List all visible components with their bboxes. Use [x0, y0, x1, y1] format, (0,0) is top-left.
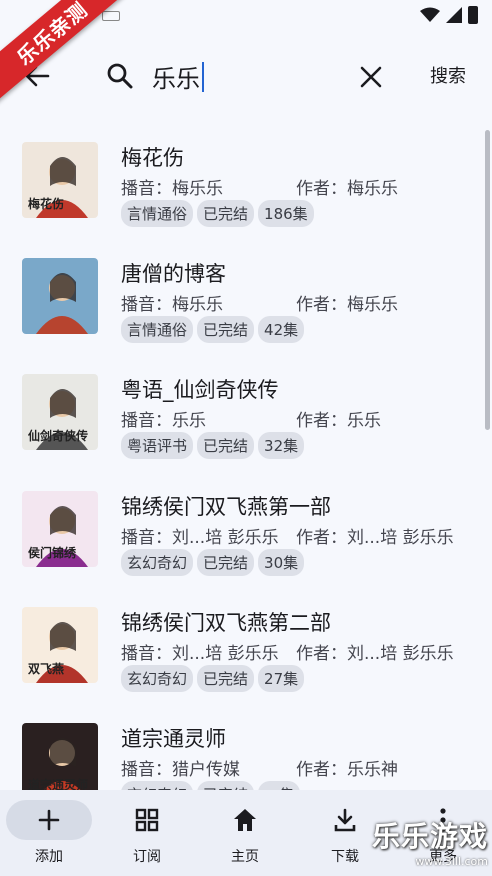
home-icon: [234, 809, 256, 831]
watermark: 乐乐游戏 www.3lll.com: [372, 815, 488, 868]
search-button[interactable]: 搜索: [430, 62, 466, 88]
tag-chip: 32集: [258, 432, 305, 459]
search-input[interactable]: [152, 58, 348, 94]
text-caret: [202, 62, 204, 92]
tag-chip: 42集: [258, 316, 305, 343]
search-header: 搜索: [0, 44, 492, 108]
tag-chip: 已完结: [197, 549, 255, 576]
result-item[interactable]: 唐僧的博客 播音：梅乐乐 作者：梅乐乐 言情通俗 已完结 42集: [0, 242, 492, 352]
svg-text:梅花伤: 梅花伤: [28, 196, 64, 211]
keyboard-icon: [102, 11, 120, 21]
tag-chip: 玄幻奇幻: [121, 549, 194, 576]
search-icon: [107, 63, 133, 89]
plus-icon: [38, 809, 60, 831]
cover-image: 道宗通灵师: [22, 723, 98, 790]
tag-chip: 粤语评书: [121, 432, 194, 459]
result-title[interactable]: 梅花伤: [121, 142, 184, 172]
watermark-text: 乐乐游戏: [371, 820, 488, 853]
cover-image: [22, 258, 98, 334]
result-author: 作者：乐乐: [296, 411, 381, 431]
cover-image: 仙剑奇侠传: [22, 374, 98, 450]
wifi-icon: [420, 7, 440, 22]
result-author: 作者：刘...培 彭乐乐: [296, 644, 454, 664]
nav-item-grid[interactable]: 订阅: [98, 790, 196, 876]
nav-label: 添加: [35, 849, 63, 865]
battery-icon: [468, 6, 478, 24]
result-narrator: 播音：乐乐: [121, 411, 206, 431]
search-results-list[interactable]: 梅花伤 梅花伤 播音：梅乐乐 作者：梅乐乐 言情通俗 已完结 186集 唐僧的博客 播音：梅乐乐…: [0, 126, 492, 790]
cover-image: 双飞燕: [22, 607, 98, 683]
result-tags: 玄幻奇幻 已完结 27集: [121, 665, 305, 692]
result-item[interactable]: 侯门锦绣 锦绣侯门双飞燕第一部 播音：刘...培 彭乐乐 作者：刘...培 彭乐乐 玄幻…: [0, 475, 492, 585]
tag-chip: 言情通俗: [121, 200, 194, 227]
svg-text:仙剑奇侠传: 仙剑奇侠传: [28, 428, 88, 443]
tag-chip: 言情通俗: [121, 316, 194, 343]
result-narrator: 播音：刘...培 彭乐乐: [121, 644, 279, 664]
download-icon: [334, 808, 356, 832]
cover-image: 侯门锦绣: [22, 491, 98, 567]
result-narrator: 播音：刘...培 彭乐乐: [121, 528, 279, 548]
result-item[interactable]: 道宗通灵师道宗通灵师播音：猎户传媒作者：乐乐神玄幻奇幻已完结…集: [0, 707, 492, 790]
watermark-url: www.3lll.com: [415, 855, 488, 868]
tag-chip: 30集: [258, 549, 305, 576]
tag-chip: 已完结: [197, 665, 255, 692]
svg-text:道宗通灵师: 道宗通灵师: [28, 777, 88, 790]
svg-text:双飞燕: 双飞燕: [28, 661, 64, 676]
status-icons: [420, 6, 478, 24]
result-item[interactable]: 双飞燕 锦绣侯门双飞燕第二部 播音：刘...培 彭乐乐 作者：刘...培 彭乐乐 玄幻奇…: [0, 591, 492, 701]
grid-icon: [135, 808, 159, 832]
result-tags: 言情通俗 已完结 186集: [121, 200, 314, 227]
result-author: 作者：乐乐神: [296, 760, 398, 780]
svg-text:侯门锦绣: 侯门锦绣: [28, 545, 77, 560]
result-tags: 玄幻奇幻 已完结 30集: [121, 549, 305, 576]
clear-icon[interactable]: [358, 64, 384, 90]
tag-chip: …集: [258, 781, 301, 790]
tag-chip: 27集: [258, 665, 305, 692]
result-author: 作者：梅乐乐: [296, 179, 398, 199]
cover-image: 梅花伤: [22, 142, 98, 218]
result-author: 作者：刘...培 彭乐乐: [296, 528, 454, 548]
tag-chip: 已完结: [197, 781, 255, 790]
result-title[interactable]: 唐僧的博客: [121, 258, 226, 288]
result-title[interactable]: 道宗通灵师: [121, 723, 226, 753]
result-item[interactable]: 梅花伤 梅花伤 播音：梅乐乐 作者：梅乐乐 言情通俗 已完结 186集: [0, 126, 492, 236]
tag-chip: 玄幻奇幻: [121, 781, 194, 790]
nav-label: 主页: [231, 849, 259, 865]
result-narrator: 播音：猎户传媒: [121, 760, 240, 780]
scrollbar[interactable]: [485, 130, 490, 430]
tag-chip: 已完结: [197, 316, 255, 343]
result-author: 作者：梅乐乐: [296, 295, 398, 315]
signal-icon: [446, 7, 462, 23]
result-narrator: 播音：梅乐乐: [121, 179, 223, 199]
tag-chip: 玄幻奇幻: [121, 665, 194, 692]
nav-item-plus[interactable]: 添加: [0, 790, 98, 876]
result-title[interactable]: 粤语_仙剑奇侠传: [121, 374, 279, 404]
tag-chip: 已完结: [197, 432, 255, 459]
result-title[interactable]: 锦绣侯门双飞燕第二部: [121, 607, 331, 637]
result-tags: 玄幻奇幻已完结…集: [121, 781, 301, 790]
tag-chip: 186集: [258, 200, 314, 227]
result-tags: 粤语评书 已完结 32集: [121, 432, 305, 459]
result-narrator: 播音：梅乐乐: [121, 295, 223, 315]
nav-item-home[interactable]: 主页: [196, 790, 294, 876]
result-tags: 言情通俗 已完结 42集: [121, 316, 305, 343]
nav-label: 订阅: [133, 849, 161, 865]
result-title[interactable]: 锦绣侯门双飞燕第一部: [121, 491, 331, 521]
result-item[interactable]: 仙剑奇侠传 粤语_仙剑奇侠传 播音：乐乐 作者：乐乐 粤语评书 已完结 32集: [0, 358, 492, 468]
tag-chip: 已完结: [197, 200, 255, 227]
